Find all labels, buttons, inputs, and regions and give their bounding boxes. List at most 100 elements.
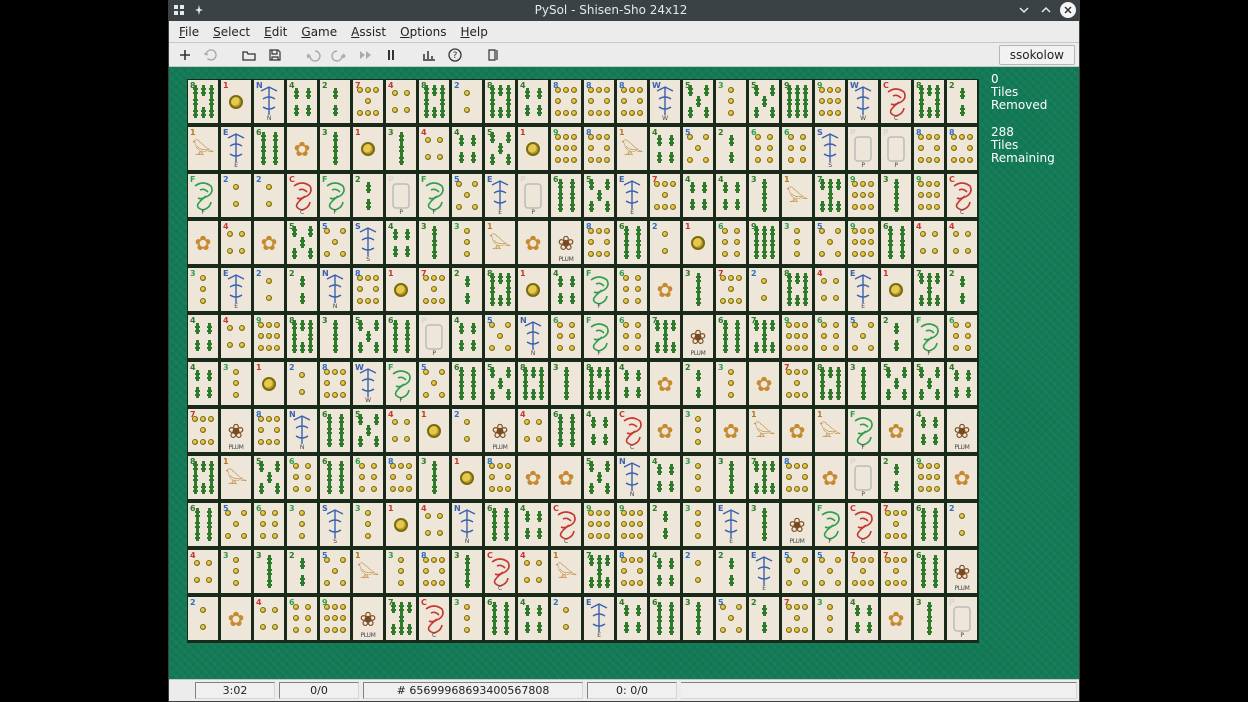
tile-c6[interactable]: 6 bbox=[286, 455, 319, 502]
tile-ww[interactable]: WW bbox=[847, 79, 880, 126]
tile-b3[interactable]: 3 bbox=[847, 361, 880, 408]
tile-fs[interactable]: ✿ bbox=[517, 455, 550, 502]
tile-b4[interactable]: 4 bbox=[517, 79, 550, 126]
tile-we[interactable]: EE bbox=[484, 173, 517, 220]
tile-dr[interactable]: CC bbox=[286, 173, 319, 220]
tile-fs[interactable]: ✿ bbox=[187, 220, 220, 267]
tile-fs[interactable]: ✿ bbox=[649, 267, 682, 314]
tile-b1[interactable]: 1𓅪 bbox=[484, 220, 517, 267]
tile-b3[interactable]: 3 bbox=[550, 361, 583, 408]
tile-dg[interactable]: FF bbox=[913, 314, 946, 361]
tile-dr[interactable]: CC bbox=[484, 549, 517, 596]
tile-we[interactable]: EE bbox=[220, 126, 253, 173]
tile-b8[interactable]: 8 bbox=[484, 79, 517, 126]
minimize-button[interactable] bbox=[1016, 2, 1032, 18]
tile-b9[interactable]: 9 bbox=[781, 79, 814, 126]
tile-b4[interactable]: 4 bbox=[649, 455, 682, 502]
tile-b3[interactable]: 3 bbox=[451, 549, 484, 596]
tile-c7[interactable]: 7 bbox=[781, 596, 814, 643]
tile-b4[interactable]: 4 bbox=[550, 267, 583, 314]
tile-c7[interactable]: 7 bbox=[649, 173, 682, 220]
tile-b3[interactable]: 3 bbox=[715, 455, 748, 502]
pin-icon[interactable] bbox=[192, 3, 206, 17]
tile-c8[interactable]: 8 bbox=[418, 549, 451, 596]
save-icon[interactable] bbox=[263, 45, 287, 65]
tile-b2[interactable]: 2 bbox=[451, 267, 484, 314]
tile-fs[interactable]: ✿ bbox=[748, 361, 781, 408]
tile-b3[interactable]: 3 bbox=[418, 220, 451, 267]
tile-c2[interactable]: 2 bbox=[682, 549, 715, 596]
tile-b4[interactable]: 4 bbox=[187, 361, 220, 408]
tile-c3[interactable]: 3 bbox=[220, 549, 253, 596]
tile-b2[interactable]: 2 bbox=[319, 79, 352, 126]
tile-c1[interactable]: 1 bbox=[451, 455, 484, 502]
tile-dw[interactable]: PP bbox=[847, 126, 880, 173]
tile-c8[interactable]: 8 bbox=[583, 220, 616, 267]
tile-b8[interactable]: 8 bbox=[418, 79, 451, 126]
tile-b7[interactable]: 7 bbox=[814, 173, 847, 220]
tile-f1[interactable]: ❀PLUM bbox=[781, 502, 814, 549]
tile-fs[interactable]: ✿ bbox=[517, 220, 550, 267]
tile-b5[interactable]: 5 bbox=[748, 79, 781, 126]
tile-wn[interactable]: NN bbox=[517, 314, 550, 361]
close-button[interactable] bbox=[1060, 2, 1076, 18]
tile-c2[interactable]: 2 bbox=[451, 408, 484, 455]
tile-dr[interactable]: CC bbox=[946, 173, 979, 220]
tile-c5[interactable]: 5 bbox=[220, 502, 253, 549]
tile-b7[interactable]: 7 bbox=[649, 314, 682, 361]
tile-dg[interactable]: FF bbox=[385, 361, 418, 408]
tile-c5[interactable]: 5 bbox=[814, 220, 847, 267]
tile-c1[interactable]: 1 bbox=[352, 126, 385, 173]
tile-c6[interactable]: 6 bbox=[616, 267, 649, 314]
tile-c9[interactable]: 9 bbox=[583, 502, 616, 549]
tile-c7[interactable]: 7 bbox=[352, 79, 385, 126]
tile-b4[interactable]: 4 bbox=[286, 79, 319, 126]
tile-c1[interactable]: 1 bbox=[418, 408, 451, 455]
tile-c1[interactable]: 1 bbox=[220, 79, 253, 126]
tile-f1[interactable]: ❀PLUM bbox=[946, 408, 979, 455]
tile-c4[interactable]: 4 bbox=[418, 502, 451, 549]
tile-b4[interactable]: 4 bbox=[187, 314, 220, 361]
tile-b6[interactable]: 6 bbox=[913, 549, 946, 596]
tile-c2[interactable]: 2 bbox=[187, 596, 220, 643]
tile-c9[interactable]: 9 bbox=[550, 126, 583, 173]
tile-b5[interactable]: 5 bbox=[880, 361, 913, 408]
app-menu-icon[interactable] bbox=[172, 3, 186, 17]
tile-c3[interactable]: 3 bbox=[781, 220, 814, 267]
tile-c2[interactable]: 2 bbox=[253, 173, 286, 220]
tile-c1[interactable]: 1 bbox=[253, 361, 286, 408]
tile-b5[interactable]: 5 bbox=[583, 173, 616, 220]
menu-file[interactable]: File bbox=[173, 23, 205, 41]
tile-c9[interactable]: 9 bbox=[814, 79, 847, 126]
tile-c8[interactable]: 8 bbox=[484, 455, 517, 502]
tile-we[interactable]: EE bbox=[847, 267, 880, 314]
tile-b6[interactable]: 6 bbox=[616, 220, 649, 267]
tile-we[interactable]: EE bbox=[715, 502, 748, 549]
tile-dg[interactable]: FF bbox=[418, 173, 451, 220]
tile-b3[interactable]: 3 bbox=[913, 596, 946, 643]
tile-c7[interactable]: 7 bbox=[187, 408, 220, 455]
tile-b2[interactable]: 2 bbox=[946, 267, 979, 314]
tile-c8[interactable]: 8 bbox=[616, 549, 649, 596]
tile-b1[interactable]: 1𓅪 bbox=[781, 173, 814, 220]
tile-c4[interactable]: 4 bbox=[913, 220, 946, 267]
tile-we[interactable]: EE bbox=[583, 596, 616, 643]
tile-c9[interactable]: 9 bbox=[913, 455, 946, 502]
tile-b7[interactable]: 7 bbox=[583, 549, 616, 596]
tile-c4[interactable]: 4 bbox=[418, 126, 451, 173]
tile-c5[interactable]: 5 bbox=[319, 220, 352, 267]
tile-f1[interactable]: ❀PLUM bbox=[550, 220, 583, 267]
tile-b8[interactable]: 8 bbox=[583, 361, 616, 408]
tile-c3[interactable]: 3 bbox=[451, 220, 484, 267]
tile-c4[interactable]: 4 bbox=[220, 220, 253, 267]
tile-c3[interactable]: 3 bbox=[286, 502, 319, 549]
tile-f1[interactable]: ❀PLUM bbox=[220, 408, 253, 455]
tile-b6[interactable]: 6 bbox=[484, 502, 517, 549]
tile-b2[interactable]: 2 bbox=[682, 361, 715, 408]
tile-fs[interactable]: ✿ bbox=[649, 361, 682, 408]
tile-c4[interactable]: 4 bbox=[385, 79, 418, 126]
tile-c4[interactable]: 4 bbox=[517, 408, 550, 455]
tile-c2[interactable]: 2 bbox=[220, 173, 253, 220]
tile-b6[interactable]: 6 bbox=[880, 220, 913, 267]
tile-b4[interactable]: 4 bbox=[616, 596, 649, 643]
